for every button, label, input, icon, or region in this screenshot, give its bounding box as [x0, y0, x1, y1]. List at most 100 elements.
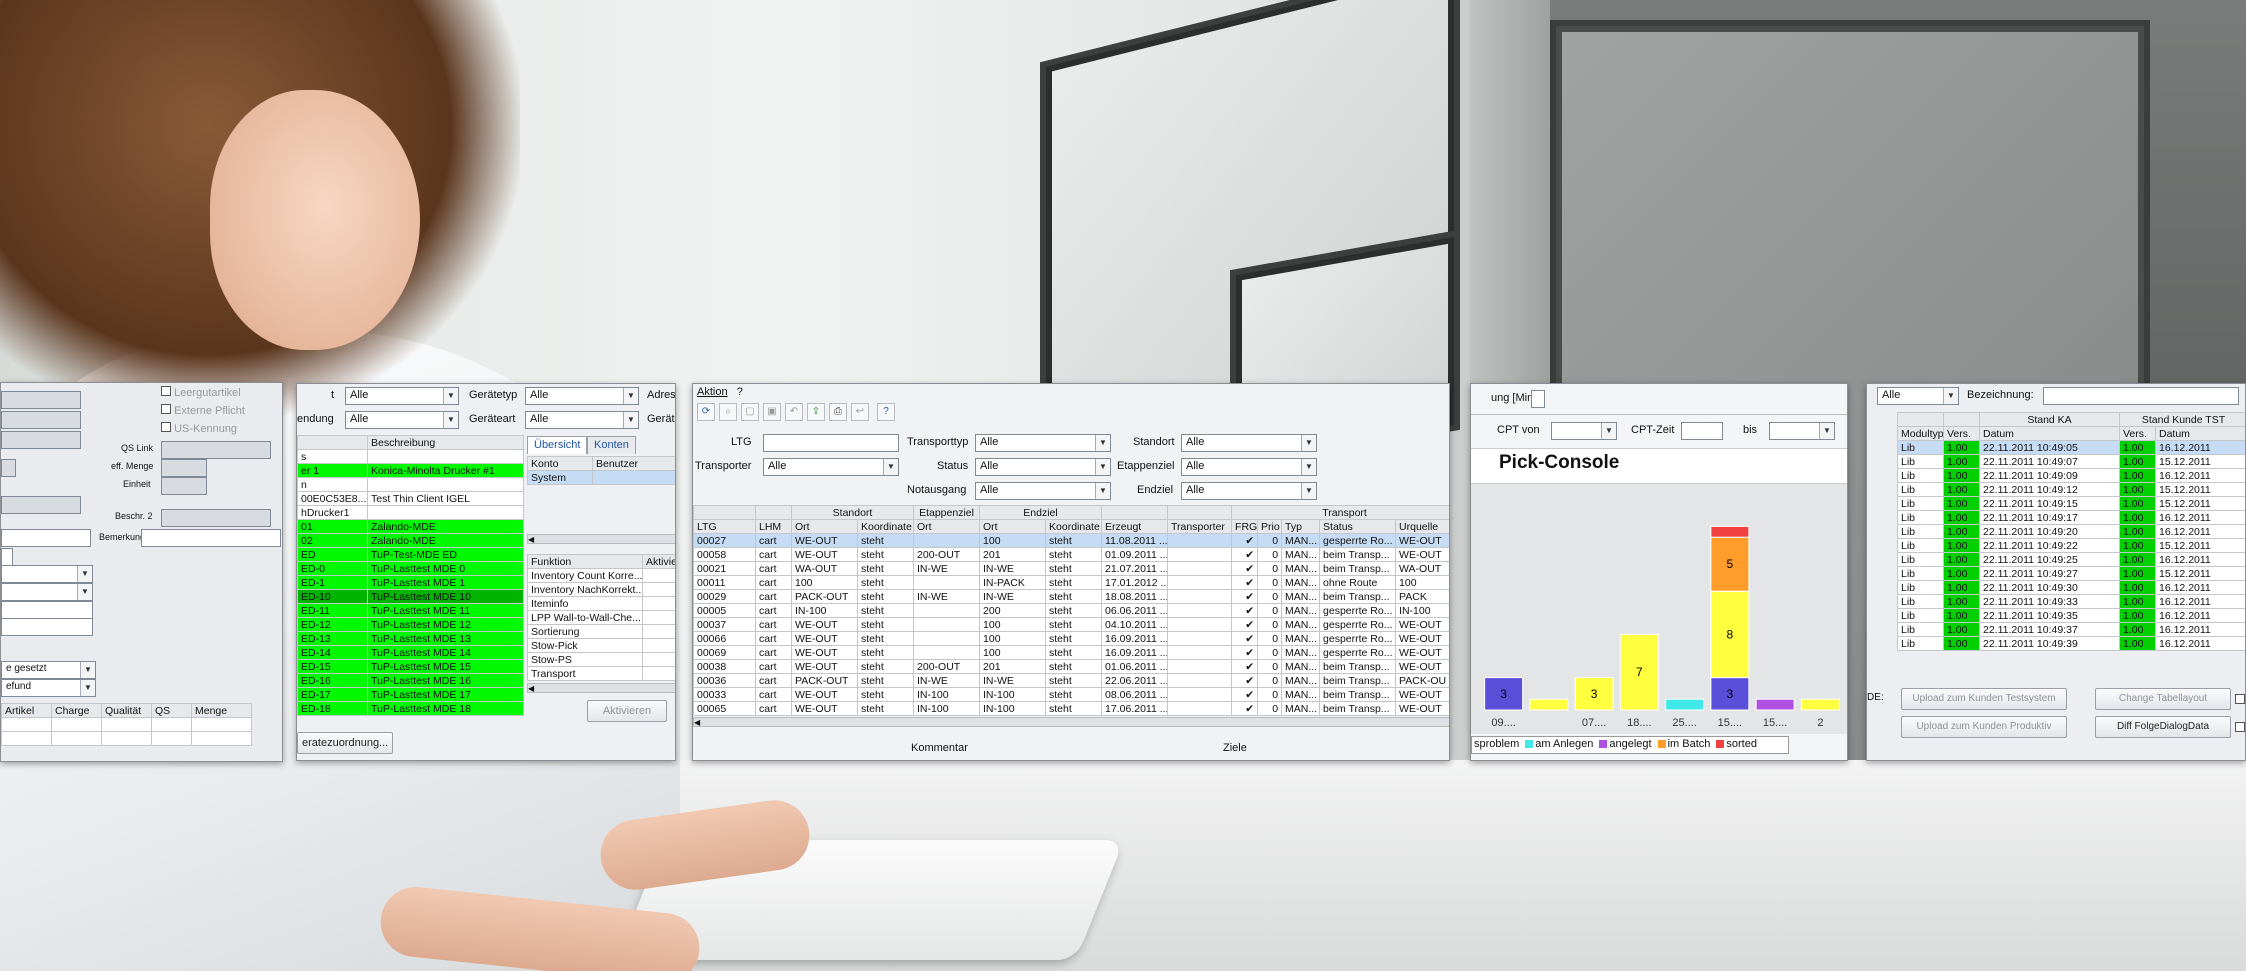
- table-row[interactable]: s: [297, 449, 524, 464]
- table-row[interactable]: 00033 cart WE-OUT steht IN-100 IN-100 steht 08.…: [693, 687, 1449, 702]
- geraetetyp-combo[interactable]: Alle ▼: [525, 387, 639, 405]
- field[interactable]: [1, 496, 81, 514]
- filter-combo[interactable]: Alle ▼: [345, 411, 459, 429]
- checkbox[interactable]: [2235, 694, 2245, 704]
- transporter-combo[interactable]: Alle ▼: [763, 458, 899, 476]
- qs-link-field[interactable]: [161, 441, 271, 459]
- column-header[interactable]: FRG: [1231, 519, 1259, 534]
- notausgang-combo[interactable]: Alle ▼: [975, 482, 1111, 500]
- table-row[interactable]: Lib 1.00 22.11.2011 10:49:30 1.00 16.12.2011: [1897, 580, 2245, 595]
- column-header[interactable]: [297, 435, 368, 450]
- diff-button[interactable]: Diff FolgeDialogData: [2095, 716, 2231, 738]
- table-row[interactable]: n: [297, 477, 524, 492]
- field[interactable]: [1, 618, 93, 636]
- table-row[interactable]: Lib 1.00 22.11.2011 10:49:20 1.00 16.12.2011: [1897, 524, 2245, 539]
- filter-combo[interactable]: Alle ▼: [1877, 387, 1959, 405]
- upload-test-button[interactable]: Upload zum Kunden Testsystem: [1901, 688, 2067, 710]
- table-row[interactable]: 00027 cart WE-OUT steht 100 steht 11.08.2011 .…: [693, 533, 1449, 548]
- table-row[interactable]: Lib 1.00 22.11.2011 10:49:35 1.00 16.12.2011: [1897, 608, 2245, 623]
- column-header[interactable]: LHM: [755, 519, 792, 534]
- table-row[interactable]: 00036 cart PACK-OUT steht IN-WE IN-WE steht 22.…: [693, 673, 1449, 688]
- table-row[interactable]: Lib 1.00 22.11.2011 10:49:22 1.00 15.12.2011: [1897, 538, 2245, 553]
- table-row[interactable]: ED-15 TuP-Lasttest MDE 15: [297, 659, 524, 674]
- table-row[interactable]: 00021 cart WA-OUT steht IN-WE IN-WE steht 21.07…: [693, 561, 1449, 576]
- cpt-zeit-input[interactable]: [1681, 422, 1723, 440]
- column-header[interactable]: Vers.: [2119, 426, 2156, 441]
- table-row[interactable]: ED-16 TuP-Lasttest MDE 16: [297, 673, 524, 688]
- table-row[interactable]: ED-11 TuP-Lasttest MDE 11: [297, 603, 524, 618]
- table-row[interactable]: ED-0 TuP-Lasttest MDE 0: [297, 561, 524, 576]
- column-header[interactable]: Vers.: [1943, 426, 1980, 441]
- column-header[interactable]: Beschreibung: [367, 435, 524, 450]
- table-row[interactable]: 02 Zalando-MDE: [297, 533, 524, 548]
- field[interactable]: [1, 391, 81, 409]
- help-icon[interactable]: ?: [877, 403, 895, 421]
- field[interactable]: [1, 548, 13, 566]
- table-row[interactable]: hDrucker1: [297, 505, 524, 520]
- table-row[interactable]: 00029 cart PACK-OUT steht IN-WE IN-WE steht 18.…: [693, 589, 1449, 604]
- column-header[interactable]: LTG: [693, 519, 756, 534]
- table-row[interactable]: 00011 cart 100 steht IN-PACK steht 17.01.2012 …: [693, 575, 1449, 590]
- field[interactable]: [1, 431, 81, 449]
- table-row[interactable]: 00005 cart IN-100 steht 200 steht 06.06.2011 .…: [693, 603, 1449, 618]
- bar-segment[interactable]: [1800, 698, 1840, 711]
- menu-aktion[interactable]: Aktion: [697, 386, 728, 398]
- field[interactable]: [1, 411, 81, 429]
- undo-icon[interactable]: ↶: [785, 403, 803, 421]
- table-row[interactable]: Lib 1.00 22.11.2011 10:49:17 1.00 16.12.2011: [1897, 510, 2245, 525]
- search-icon[interactable]: ⌕: [719, 403, 737, 421]
- print-icon[interactable]: ⎙: [829, 403, 847, 421]
- column-header[interactable]: Transporter: [1167, 519, 1233, 534]
- menu-help[interactable]: ?: [737, 386, 743, 398]
- table-row[interactable]: 01 Zalando-MDE: [297, 519, 524, 534]
- beschr2-field[interactable]: [161, 509, 271, 527]
- table-row[interactable]: 00037 cart WE-OUT steht 100 steht 04.10.2011 .…: [693, 617, 1449, 632]
- new-icon[interactable]: ▢: [741, 403, 759, 421]
- table-row[interactable]: Transport: [527, 666, 675, 681]
- table-row[interactable]: 00E0C53E8... Test Thin Client IGEL: [297, 491, 524, 506]
- table-row[interactable]: 00038 cart WE-OUT steht 200-OUT 201 steht 01.06…: [693, 659, 1449, 674]
- einheit-field[interactable]: [161, 477, 207, 495]
- table-row[interactable]: 00066 cart WE-OUT steht 100 steht 16.09.2011 .…: [693, 631, 1449, 646]
- etappenziel-combo[interactable]: Alle ▼: [1181, 458, 1317, 476]
- table-row[interactable]: Lib 1.00 22.11.2011 10:49:37 1.00 16.12.2011: [1897, 622, 2245, 637]
- column-header[interactable]: Aktivie: [642, 554, 675, 569]
- table-row[interactable]: Sortierung: [527, 624, 675, 639]
- table-row[interactable]: Lib 1.00 22.11.2011 10:49:09 1.00 16.12.2011: [1897, 468, 2245, 483]
- column-header[interactable]: Funktion: [527, 554, 643, 569]
- checkbox[interactable]: [161, 422, 171, 432]
- filter-combo[interactable]: Alle ▼: [345, 387, 459, 405]
- column-header[interactable]: Prio: [1257, 519, 1283, 534]
- field[interactable]: [1, 459, 16, 477]
- column-header[interactable]: Koordinate: [1045, 519, 1103, 534]
- cpt-von-combo[interactable]: ▼: [1551, 422, 1617, 440]
- geraeteart-combo[interactable]: Alle ▼: [525, 411, 639, 429]
- tab-konten[interactable]: Konten: [587, 436, 636, 454]
- table-row[interactable]: ED-1 TuP-Lasttest MDE 1: [297, 575, 524, 590]
- bezeichnung-input[interactable]: [2043, 387, 2239, 405]
- table-row[interactable]: ED-18 TuP-Lasttest MDE 18: [297, 701, 524, 716]
- table-row[interactable]: LPP Wall-to-Wall-Che...: [527, 610, 675, 625]
- bar-segment[interactable]: [1529, 698, 1569, 711]
- status-combo[interactable]: Alle ▼: [975, 458, 1111, 476]
- column-header[interactable]: Artikel: [1, 703, 52, 718]
- column-header[interactable]: Charge: [51, 703, 102, 718]
- column-header[interactable]: Ort: [913, 519, 981, 534]
- column-header[interactable]: Qualität: [101, 703, 152, 718]
- combo[interactable]: ▼: [1, 565, 93, 583]
- column-header[interactable]: Modultyp: [1897, 426, 1944, 441]
- table-row[interactable]: 00065 cart WE-OUT steht IN-100 IN-100 steht 17.…: [693, 701, 1449, 716]
- column-header[interactable]: Ort: [979, 519, 1047, 534]
- column-header[interactable]: Konto: [527, 456, 593, 471]
- table-row[interactable]: Lib 1.00 22.11.2011 10:49:15 1.00 15.12.2011: [1897, 496, 2245, 511]
- table-row[interactable]: ED-17 TuP-Lasttest MDE 17: [297, 687, 524, 702]
- table-row[interactable]: Iteminfo: [527, 596, 675, 611]
- field[interactable]: [1, 601, 93, 619]
- hscrollbar[interactable]: ◀: [527, 683, 675, 693]
- column-header[interactable]: Menge: [191, 703, 252, 718]
- upload-prod-button[interactable]: Upload zum Kunden Produktiv: [1901, 716, 2067, 738]
- column-header[interactable]: Datum: [1979, 426, 2120, 441]
- table-row[interactable]: ED-13 TuP-Lasttest MDE 13: [297, 631, 524, 646]
- transporttyp-combo[interactable]: Alle ▼: [975, 434, 1111, 452]
- table-row[interactable]: ED-14 TuP-Lasttest MDE 14: [297, 645, 524, 660]
